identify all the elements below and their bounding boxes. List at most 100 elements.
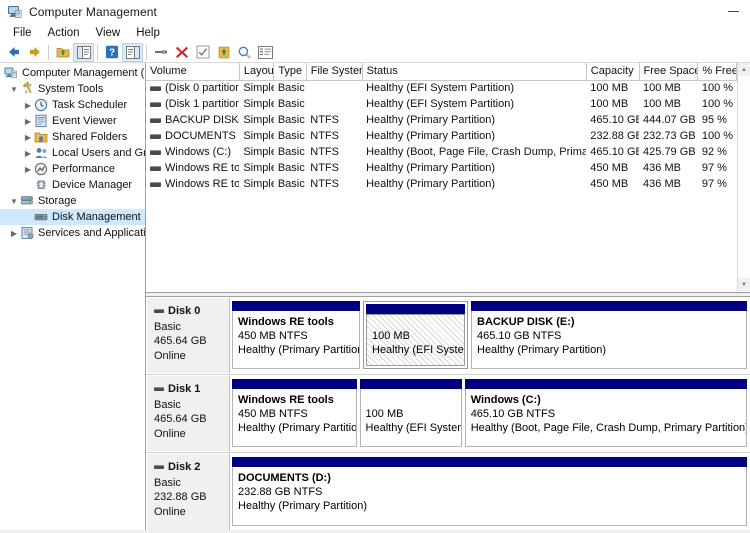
export-list-button[interactable] <box>213 43 234 62</box>
table-row[interactable]: DOCUMENTS (D:) Simple Basic NTFS Healthy… <box>146 128 737 144</box>
sidebar-item-event-viewer[interactable]: ▶ Event Viewer <box>0 113 145 129</box>
tree-root-label: Computer Management (Local <box>22 67 145 79</box>
chevron-right-icon[interactable]: ▶ <box>8 229 20 238</box>
sidebar-item-storage[interactable]: ▼ Storage <box>0 193 145 209</box>
cell-percent-free: 100 % <box>701 98 734 110</box>
sidebar-item-local-users-and-groups[interactable]: ▶ Local Users and Groups <box>0 145 145 161</box>
volume-label: BACKUP DISK (E:) <box>165 114 239 126</box>
partition-status: Healthy (Primary Partition) <box>238 500 367 512</box>
disk-type: Basic <box>154 398 181 411</box>
partition-block[interactable]: 100 MB Healthy (EFI System P <box>359 379 462 447</box>
chevron-right-icon[interactable]: ▶ <box>22 149 34 158</box>
sidebar-item-device-manager[interactable]: Device Manager <box>0 177 145 193</box>
column-capacity[interactable]: Capacity <box>586 63 640 81</box>
column-percent-free[interactable]: % Free <box>697 63 737 81</box>
disk-info-disk-0[interactable]: Disk 0 Basic 465.64 GB Online <box>146 297 230 374</box>
console-tree[interactable]: Computer Management (Local ▼ System Tool… <box>0 63 146 530</box>
menu-action[interactable]: Action <box>41 26 89 41</box>
disk-type: Basic <box>154 476 181 489</box>
disk-management-icon <box>34 210 49 224</box>
table-header-row: Volume Layout Type File System Status Ca… <box>146 63 737 81</box>
table-row[interactable]: Windows RE tools Simple Basic NTFS Healt… <box>146 160 737 176</box>
column-volume[interactable]: Volume <box>146 63 240 81</box>
partition-block-selected[interactable]: 100 MB Healthy (EFI System P <box>363 301 468 369</box>
back-button[interactable] <box>3 43 24 62</box>
column-free-space[interactable]: Free Space <box>639 63 699 81</box>
shared-folders-icon <box>34 130 49 144</box>
volume-icon <box>150 133 161 139</box>
main-content: Computer Management (Local ▼ System Tool… <box>0 63 750 530</box>
delete-button[interactable] <box>171 43 192 62</box>
sidebar-item-label: Disk Management <box>52 211 141 223</box>
column-status[interactable]: Status <box>362 63 587 81</box>
table-row[interactable]: (Disk 0 partition 2) Simple Basic Health… <box>146 80 737 96</box>
partition-label: Windows RE tools <box>238 316 334 328</box>
menu-file[interactable]: File <box>6 26 41 41</box>
disk-size: 232.88 GB <box>154 491 207 503</box>
partition-label: DOCUMENTS (D:) <box>238 472 331 484</box>
table-row[interactable]: Windows (C:) Simple Basic NTFS Healthy (… <box>146 144 737 160</box>
disk-name: Disk 0 <box>168 305 201 317</box>
column-file-system[interactable]: File System <box>306 63 363 81</box>
partition-block[interactable]: BACKUP DISK (E:) 465.10 GB NTFS Healthy … <box>471 301 747 369</box>
cell-status: Healthy (Primary Partition) <box>366 114 496 126</box>
properties-button[interactable] <box>150 43 171 62</box>
sidebar-item-task-scheduler[interactable]: ▶ Task Scheduler <box>0 97 145 113</box>
cell-percent-free: 100 % <box>701 130 734 142</box>
check-button[interactable] <box>192 43 213 62</box>
volume-list-scrollbar[interactable]: ▲ ▼ <box>737 63 750 292</box>
sidebar-item-shared-folders[interactable]: ▶ Shared Folders <box>0 129 145 145</box>
column-layout[interactable]: Layout <box>239 63 275 81</box>
partition-size: 100 MB <box>372 330 410 342</box>
cell-status: Healthy (Primary Partition) <box>366 162 496 174</box>
sidebar-item-disk-management[interactable]: Disk Management <box>0 209 145 225</box>
help-button[interactable]: ? <box>101 43 122 62</box>
up-one-level-button[interactable] <box>52 43 73 62</box>
action-pane-button[interactable] <box>122 42 143 62</box>
chevron-right-icon[interactable]: ▶ <box>22 101 34 110</box>
console-tree-button[interactable] <box>73 42 94 62</box>
scroll-up-icon[interactable]: ▲ <box>738 63 750 76</box>
partition-block[interactable]: Windows (C:) 465.10 GB NTFS Healthy (Boo… <box>464 379 747 447</box>
scrollbar-track[interactable] <box>738 76 750 279</box>
disk-size: 465.64 GB <box>154 335 207 347</box>
forward-button[interactable] <box>24 43 45 62</box>
partition-block[interactable]: Windows RE tools 450 MB NTFS Healthy (Pr… <box>232 379 357 447</box>
tree-root-computer-management[interactable]: Computer Management (Local <box>0 65 145 81</box>
disk-management-pane: Volume Layout Type File System Status Ca… <box>146 63 750 530</box>
partition-block[interactable]: Windows RE tools 450 MB NTFS Healthy (Pr… <box>232 301 360 369</box>
cell-layout: Simple <box>243 162 274 174</box>
chevron-right-icon[interactable]: ▶ <box>22 133 34 142</box>
disk-info-disk-2[interactable]: Disk 2 Basic 232.88 GB Online <box>146 453 230 530</box>
cell-status: Healthy (EFI System Partition) <box>366 98 514 110</box>
cell-free-space: 425.79 GB <box>643 146 696 158</box>
rescan-disks-button[interactable] <box>234 43 255 62</box>
table-row[interactable]: (Disk 1 partition 2) Simple Basic Health… <box>146 96 737 112</box>
cell-capacity: 100 MB <box>590 82 629 95</box>
scroll-down-icon[interactable]: ▼ <box>738 278 750 292</box>
sidebar-item-services-and-applications[interactable]: ▶ Services and Applications <box>0 225 145 241</box>
partition-color-bar <box>359 379 462 389</box>
sidebar-item-performance[interactable]: ▶ Performance <box>0 161 145 177</box>
table-row[interactable]: BACKUP DISK (E:) Simple Basic NTFS Healt… <box>146 112 737 128</box>
sidebar-item-system-tools[interactable]: ▼ System Tools <box>0 81 145 97</box>
minimize-button[interactable] <box>716 0 750 24</box>
partition-block[interactable]: DOCUMENTS (D:) 232.88 GB NTFS Healthy (P… <box>232 457 747 526</box>
chevron-down-icon[interactable]: ▼ <box>8 85 20 94</box>
partition-status: Healthy (Primary Partition) <box>238 344 360 356</box>
partition-color-bar <box>366 304 465 314</box>
disk-info-disk-1[interactable]: Disk 1 Basic 465.64 GB Online <box>146 375 230 452</box>
partition-status: Healthy (Boot, Page File, Crash Dump, Pr… <box>470 422 747 434</box>
chevron-right-icon[interactable]: ▶ <box>22 117 34 126</box>
all-tasks-button[interactable] <box>255 43 276 62</box>
device-manager-icon <box>34 178 49 192</box>
table-row[interactable]: Windows RE tools Simple Basic NTFS Healt… <box>146 176 737 192</box>
disk-state: Online <box>154 427 186 440</box>
menu-view[interactable]: View <box>89 26 130 41</box>
menu-help[interactable]: Help <box>129 26 169 41</box>
chevron-down-icon[interactable]: ▼ <box>8 197 20 206</box>
chevron-right-icon[interactable]: ▶ <box>22 165 34 174</box>
column-type[interactable]: Type <box>273 63 307 81</box>
disk-graphical-view: Disk 0 Basic 465.64 GB Online Windows RE… <box>146 297 750 530</box>
computer-icon <box>4 66 19 80</box>
